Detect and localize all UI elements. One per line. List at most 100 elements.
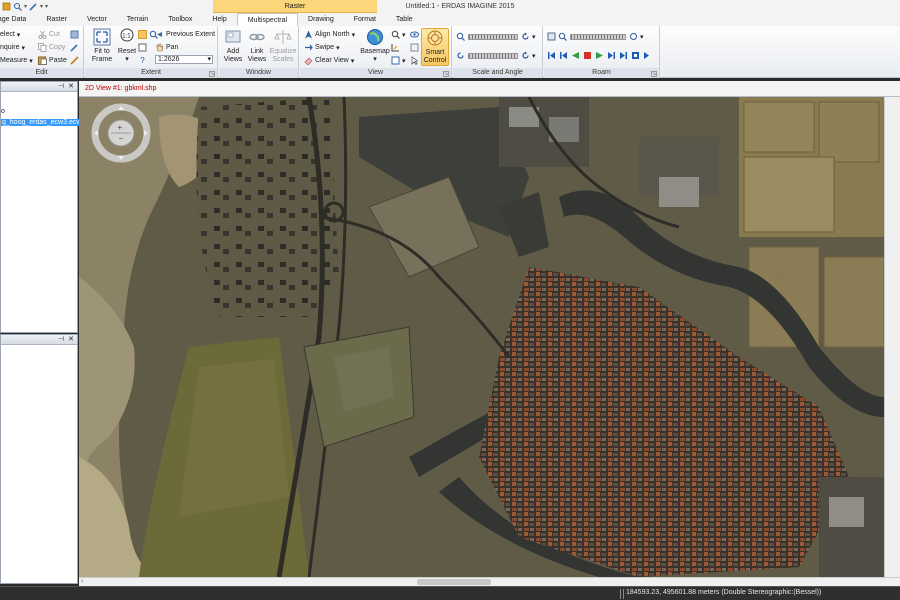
- equalize-scales-button[interactable]: Equalize Scales: [269, 28, 297, 66]
- tab-table[interactable]: Table: [386, 13, 423, 26]
- scale-and-angle-group-label: Scale and Angle: [453, 68, 542, 78]
- swipe-label: Swipe: [315, 44, 335, 51]
- measure-button[interactable]: Measure ▾: [0, 55, 33, 66]
- edit-tool-3[interactable]: [70, 55, 79, 66]
- view-zoom-button[interactable]: ▾: [391, 29, 406, 40]
- roam-group-label: Roam: [544, 68, 659, 78]
- clear-view-button[interactable]: Clear View ▾: [304, 55, 354, 66]
- roam-dialog-launcher[interactable]: ↘: [651, 71, 657, 77]
- hand-icon: [155, 43, 164, 52]
- view-grid-button[interactable]: [391, 42, 400, 53]
- angle-reset-button[interactable]: ▾: [521, 50, 536, 61]
- step-back-icon[interactable]: [559, 51, 568, 60]
- panel-buttons: ⊣ ✕: [58, 82, 74, 92]
- extent-dialog-launcher[interactable]: ↘: [209, 71, 215, 77]
- copy-label: Copy: [49, 44, 66, 51]
- roam-tool-3[interactable]: [629, 31, 638, 42]
- scale-reset-button[interactable]: ▾: [521, 31, 536, 42]
- view-option-3[interactable]: [410, 55, 419, 66]
- horizontal-scrollbar[interactable]: ‹: [79, 577, 900, 586]
- rotate-control[interactable]: [456, 50, 465, 61]
- angle-slider[interactable]: [468, 53, 518, 59]
- measure-label: Measure: [0, 57, 28, 64]
- horizontal-scroll-thumb[interactable]: [417, 579, 491, 585]
- paste-button[interactable]: Paste: [38, 55, 67, 66]
- skip-start-icon[interactable]: [547, 51, 556, 60]
- play-reverse-icon[interactable]: [571, 51, 580, 60]
- view-frame-button[interactable]: ▾: [391, 55, 406, 66]
- edit-tool-1[interactable]: [70, 29, 79, 40]
- roam-dropdown[interactable]: ▾: [640, 31, 644, 42]
- close-icon[interactable]: ✕: [68, 82, 74, 92]
- inquire-button[interactable]: nquire ▾: [0, 42, 25, 53]
- reset-button[interactable]: 1:1 Reset ▾: [115, 28, 139, 66]
- customize-toolbar-icon[interactable]: ▾: [45, 3, 48, 10]
- view-option-1[interactable]: [410, 29, 419, 40]
- select-button[interactable]: elect ▾: [0, 29, 20, 40]
- roam-speed-slider[interactable]: [570, 34, 626, 40]
- fit-to-frame-button[interactable]: Fit to Frame: [87, 28, 117, 66]
- edit-group: elect ▾ nquire ▾ Measure ▾ Cut Copy Paste E…: [0, 26, 84, 78]
- cut-button[interactable]: Cut: [38, 29, 60, 40]
- tab-help[interactable]: Help: [202, 13, 236, 26]
- save-icon[interactable]: [2, 2, 11, 11]
- tab-vector[interactable]: Vector: [77, 13, 117, 26]
- tab-drawing[interactable]: Drawing: [298, 13, 344, 26]
- chevron-down-icon[interactable]: ▾: [40, 3, 43, 10]
- ribbon: elect ▾ nquire ▾ Measure ▾ Cut Copy Paste E…: [0, 26, 900, 78]
- pin-icon[interactable]: ⊣: [58, 335, 64, 345]
- swipe-button[interactable]: Swipe ▾: [304, 42, 340, 53]
- zoom-out-button[interactable]: [138, 42, 147, 53]
- scale-slider[interactable]: [468, 34, 518, 40]
- brush-icon[interactable]: [29, 2, 38, 11]
- search-icon[interactable]: [13, 2, 22, 11]
- loop-icon[interactable]: [631, 51, 640, 60]
- chevron-down-icon[interactable]: ▾: [24, 3, 27, 10]
- help-query-button[interactable]: ?: [138, 55, 147, 66]
- chevron-down-icon: ▾: [21, 44, 25, 52]
- link-views-button[interactable]: Link Views: [245, 28, 269, 66]
- view-option-2[interactable]: [410, 42, 419, 53]
- add-views-button[interactable]: Add Views: [221, 28, 245, 66]
- contents-panel-header: ⊣ ✕: [1, 82, 77, 92]
- copy-button[interactable]: Copy: [38, 42, 65, 53]
- edit-tool-2[interactable]: [70, 42, 79, 53]
- aerial-image-map[interactable]: + −: [79, 97, 884, 577]
- stop-icon[interactable]: [583, 51, 592, 60]
- skip-end-icon[interactable]: [619, 51, 628, 60]
- view-dialog-launcher[interactable]: ↘: [443, 71, 449, 77]
- roam-tool-1[interactable]: [547, 31, 556, 42]
- tab-terrain[interactable]: Terrain: [117, 13, 158, 26]
- scale-field[interactable]: 1:2626 ▾: [155, 55, 213, 64]
- close-icon[interactable]: ✕: [68, 335, 74, 345]
- roam-tool-2[interactable]: [558, 31, 567, 42]
- chevron-down-icon: ▾: [16, 31, 21, 39]
- select-label: elect: [0, 31, 15, 38]
- zoom-scale-control[interactable]: [456, 31, 465, 42]
- previous-extent-button[interactable]: Previous Extent: [155, 29, 215, 40]
- pan-button[interactable]: Pan: [155, 42, 178, 53]
- window-icon: [410, 43, 419, 52]
- tree-item-selected-layer[interactable]: g_hoog_erdas_ecw3.ecw: [1, 119, 83, 126]
- tab-format[interactable]: Format: [344, 13, 386, 26]
- navigation-control[interactable]: + −: [91, 103, 151, 163]
- tree-item[interactable]: o: [1, 108, 5, 115]
- pin-icon[interactable]: ⊣: [58, 82, 64, 92]
- window-group: Add Views Link Views Equalize Scales Win…: [219, 26, 299, 78]
- tab-manage-data[interactable]: nage Data: [0, 13, 36, 26]
- scroll-left-icon[interactable]: ‹: [81, 578, 83, 586]
- align-north-button[interactable]: Align North ▾: [304, 29, 355, 40]
- brush-icon: [70, 43, 79, 52]
- step-forward-icon[interactable]: [607, 51, 616, 60]
- reset-label: Reset: [117, 48, 137, 55]
- play-icon[interactable]: [595, 51, 604, 60]
- tab-raster[interactable]: Raster: [36, 13, 77, 26]
- vertical-scrollbar[interactable]: [884, 97, 900, 577]
- previous-extent-label: Previous Extent: [166, 31, 216, 38]
- roam-export-icon[interactable]: [643, 51, 652, 60]
- tab-toolbox[interactable]: Toolbox: [158, 13, 202, 26]
- tab-multispectral[interactable]: Multispectral: [236, 13, 299, 26]
- copy-icon: [38, 43, 47, 52]
- smart-control-button[interactable]: Smart Control: [421, 28, 449, 66]
- basemap-button[interactable]: Basemap ▾: [360, 28, 390, 66]
